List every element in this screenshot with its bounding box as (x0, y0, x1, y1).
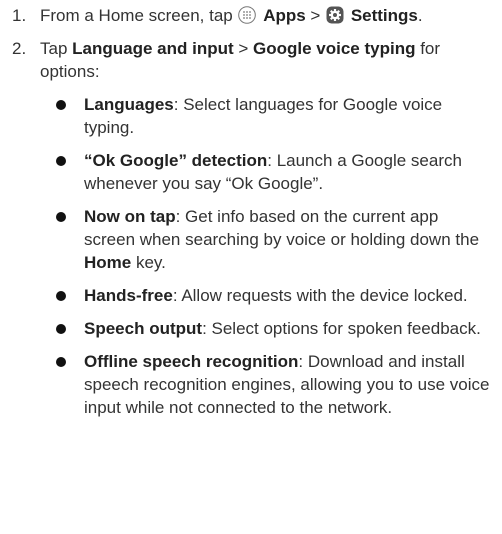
option-description: : Allow requests with the device locked. (172, 286, 468, 305)
option-title: “Ok Google” detection (84, 151, 268, 170)
option-title: Hands-free (84, 286, 173, 305)
list-item: Hands-free: Allow requests with the devi… (54, 284, 498, 307)
list-item: Offline speech recognition: Download and… (54, 350, 498, 419)
path-separator: > (305, 6, 326, 25)
path-separator: > (233, 39, 254, 58)
step-text: From a Home screen, tap Apps > Settings. (40, 4, 498, 27)
step-number: 1. (12, 6, 27, 25)
home-key-label: Home (84, 253, 132, 272)
instructions-page: 1. From a Home screen, tap Apps > Settin… (0, 0, 502, 534)
list-item: Speech output: Select options for spoken… (54, 317, 498, 340)
step-1-intro: From a Home screen, tap (40, 6, 238, 25)
language-input-label: Language and input (72, 39, 234, 58)
bullet-icon (54, 317, 84, 340)
list-item: Now on tap: Get info based on the curren… (54, 205, 498, 274)
option-description-end: key. (131, 253, 166, 272)
step-2: 2. Tap Language and input > Google voice… (12, 37, 498, 429)
bullet-icon (54, 350, 84, 373)
option-title: Offline speech recognition (84, 352, 299, 371)
option-description: : Select options for spoken feedback. (202, 319, 481, 338)
settings-label: Settings (350, 6, 418, 25)
step-number: 2. (12, 39, 27, 58)
settings-gear-icon (326, 6, 344, 24)
period: . (417, 6, 423, 25)
step-2-intro: Tap (40, 39, 73, 58)
list-item: “Ok Google” detection: Launch a Google s… (54, 149, 498, 195)
option-title: Speech output (84, 319, 203, 338)
bullet-icon (54, 93, 84, 116)
step-text: Tap Language and input > Google voice ty… (40, 37, 498, 429)
google-voice-typing-label: Google voice typing (253, 39, 416, 58)
bullet-icon (54, 284, 84, 307)
options-list: Languages: Select languages for Google v… (40, 93, 498, 419)
bullet-icon (54, 149, 84, 172)
option-title: Languages (84, 95, 174, 114)
apps-grid-icon (238, 6, 257, 24)
step-1: 1. From a Home screen, tap Apps > Settin… (12, 4, 498, 27)
option-title: Now on tap (84, 207, 176, 226)
bullet-icon (54, 205, 84, 228)
apps-label: Apps (263, 6, 306, 25)
list-item: Languages: Select languages for Google v… (54, 93, 498, 139)
